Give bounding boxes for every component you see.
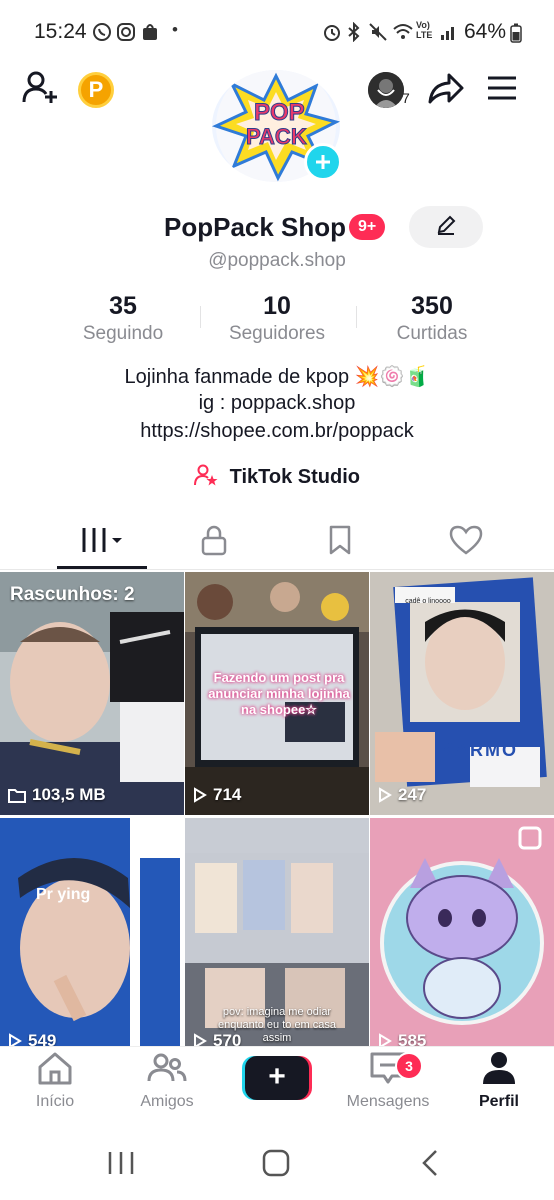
tab-saved[interactable] (271, 520, 409, 564)
card-tag: KARMO (440, 740, 518, 760)
tab-private[interactable] (145, 520, 283, 564)
view-count: 247 (378, 785, 426, 805)
home-icon (38, 1052, 72, 1085)
folder-icon (8, 789, 26, 803)
stat-label: Seguindo (82, 323, 164, 344)
nav-label: Mensagens (346, 1093, 430, 1110)
mute-icon (368, 22, 388, 47)
studio-icon (194, 464, 218, 492)
alarm-icon (322, 22, 342, 47)
status-bar: 15:24 • Vo) LTE 64% (0, 0, 554, 64)
create-plus: + (268, 1060, 286, 1093)
hamburger-menu-icon (486, 75, 518, 106)
create-button[interactable]: + (242, 1056, 312, 1100)
stat-likes[interactable]: 350 Curtidas (357, 292, 507, 345)
nav-label: Início (35, 1093, 75, 1110)
logo-pop-text: POP (254, 99, 305, 126)
bio-line-1: Lojinha fanmade de kpop 💥🍥🧃 (124, 366, 430, 388)
friend-avatar[interactable] (368, 72, 404, 108)
nav-friends[interactable]: Amigos (117, 1050, 217, 1111)
video-thumbnail[interactable]: 585 (370, 818, 554, 1061)
friend-count: 7 (402, 90, 410, 106)
coin-button[interactable]: P (78, 72, 114, 108)
stat-value: 350 (411, 292, 453, 320)
nav-profile[interactable]: Perfil (449, 1050, 549, 1111)
reply-banner: cadê o linoooo (405, 598, 451, 605)
studio-label: TikTok Studio (229, 466, 360, 488)
wifi-icon (392, 22, 414, 47)
tiktok-studio-link[interactable]: TikTok Studio (0, 464, 554, 492)
nav-home[interactable]: Início (5, 1050, 105, 1111)
battery-icon (510, 23, 522, 48)
recent-apps-icon (108, 1152, 134, 1174)
profile-name: PopPack Shop (164, 212, 347, 242)
bio-link[interactable]: https://shopee.com.br/poppack (0, 420, 554, 443)
heart-icon (449, 525, 483, 560)
drafts-label: Rascunhos: 2 (10, 584, 135, 605)
cap-print: Pr ying (36, 886, 91, 903)
share-icon (427, 71, 465, 110)
notification-badge[interactable]: 9+ (349, 214, 386, 240)
stat-label: Seguidores (228, 323, 326, 344)
logo-pack-text: PACK (246, 124, 307, 149)
volte-label: Vo) LTE (416, 20, 433, 40)
add-friend-button[interactable] (20, 70, 60, 110)
bio-line-2: ig : poppack.shop (198, 392, 356, 414)
tabs-divider (0, 569, 554, 570)
video-thumbnail[interactable]: Pr ying 549 (0, 818, 184, 1061)
stat-divider (200, 306, 201, 328)
video-thumbnail-drafts[interactable]: 103,5 MB (0, 572, 184, 815)
instagram-icon (116, 22, 136, 47)
status-time: 15:24 (34, 20, 87, 43)
nav-label: Perfil (478, 1093, 519, 1110)
shopee-icon (140, 22, 160, 47)
videos-grid-icon (78, 525, 126, 560)
stat-value: 10 (263, 292, 291, 320)
recent-apps-button[interactable] (106, 1150, 136, 1181)
video-thumbnail[interactable]: cadê o linoooo KARMO 247 (370, 572, 554, 815)
home-square-icon (262, 1149, 290, 1177)
status-dot: • (172, 20, 178, 39)
pencil-icon (435, 214, 457, 241)
battery-percent: 64% (463, 20, 506, 43)
stat-value: 35 (109, 292, 137, 320)
nav-messages[interactable]: Mensagens (338, 1050, 438, 1111)
stat-label: Curtidas (396, 323, 468, 344)
signal-icon (440, 22, 458, 47)
share-button[interactable] (424, 70, 468, 110)
profile-icon (483, 1052, 515, 1084)
play-icon (379, 787, 392, 803)
lock-icon (199, 524, 229, 561)
person-plus-icon (21, 69, 59, 112)
view-count: 714 (193, 785, 241, 805)
whatsapp-icon (92, 22, 112, 47)
back-chevron-icon (422, 1150, 437, 1176)
play-icon (194, 787, 207, 803)
video-thumbnail[interactable]: Fazendo um post pra anunciar minha lojin… (185, 572, 369, 815)
edit-profile-button[interactable] (409, 206, 483, 248)
messages-badge: 3 (395, 1052, 423, 1080)
home-system-button[interactable] (262, 1149, 290, 1182)
video-caption: Fazendo um post pra anunciar minha lojin… (208, 670, 350, 717)
back-button[interactable] (420, 1149, 440, 1182)
stat-followers[interactable]: 10 Seguidores (202, 292, 352, 345)
drafts-size: 103,5 MB (8, 785, 106, 805)
plus-icon (316, 155, 330, 169)
stat-following[interactable]: 35 Seguindo (48, 292, 198, 345)
bookmark-icon (327, 525, 353, 560)
friends-icon (147, 1053, 187, 1082)
profile-handle: @poppack.shop (208, 250, 346, 271)
add-avatar-button[interactable] (304, 143, 342, 181)
nav-label: Amigos (140, 1093, 194, 1110)
system-nav-bar (0, 1130, 554, 1200)
tab-liked[interactable] (397, 520, 535, 564)
menu-button[interactable] (482, 70, 522, 110)
bluetooth-icon (346, 21, 362, 47)
video-thumbnail[interactable]: pov: imagina me odiar enquanto eu to em … (185, 818, 369, 1061)
